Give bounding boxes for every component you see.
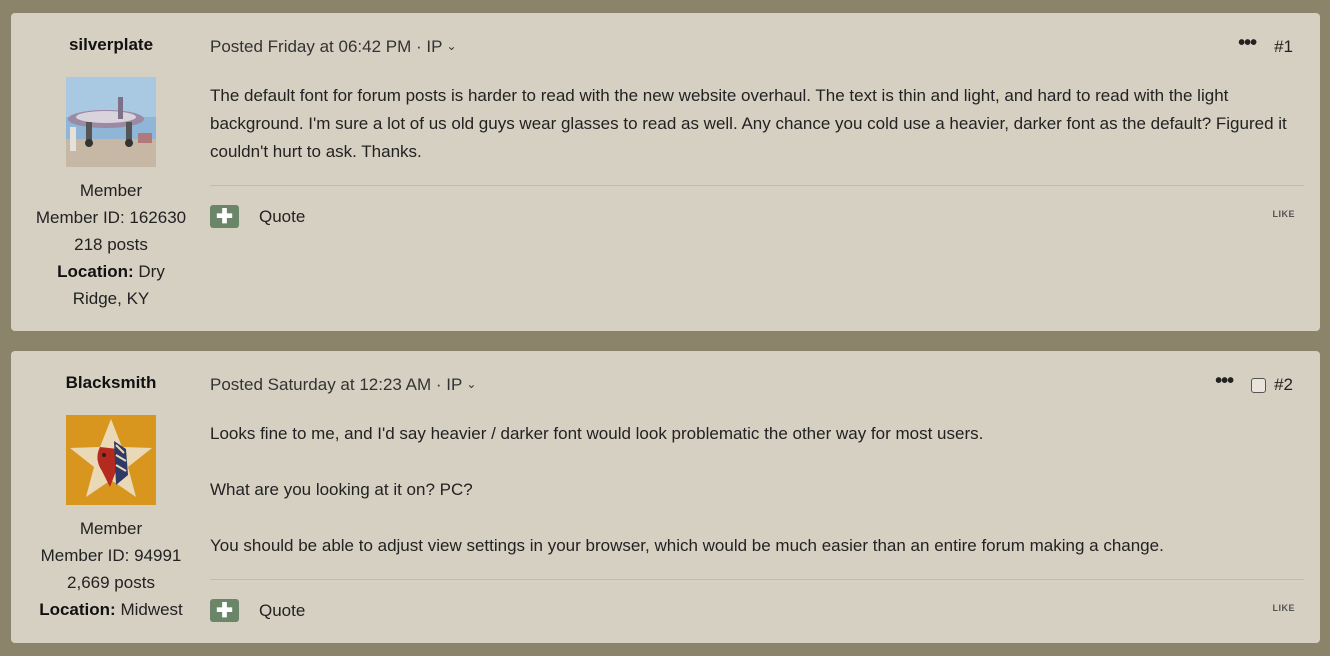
avatar[interactable] xyxy=(66,77,156,167)
username[interactable]: Blacksmith xyxy=(11,373,211,393)
plus-icon[interactable]: ✚ xyxy=(210,599,239,622)
post-actions: ✚ Quote xyxy=(210,599,305,622)
post-body: The default font for forum posts is hard… xyxy=(210,82,1305,166)
quote-button[interactable]: Quote xyxy=(259,601,305,621)
post-paragraph: You should be able to adjust view settin… xyxy=(210,536,1164,555)
post-body: Looks fine to me, and I'd say heavier / … xyxy=(210,420,1305,560)
like-button[interactable]: LIKE xyxy=(1272,603,1295,613)
location-label: Location: xyxy=(39,600,116,619)
post-text: The default font for forum posts is hard… xyxy=(210,86,1287,161)
forum-post: silverplate Member Member ID: 162630 218… xyxy=(11,13,1320,331)
post-paragraph: What are you looking at it on? PC? xyxy=(210,480,473,499)
location: Location: Midwest xyxy=(11,596,211,623)
ellipsis-icon[interactable]: ••• xyxy=(1215,371,1234,391)
post-number[interactable]: #1 xyxy=(1274,37,1293,57)
location-label: Location: xyxy=(57,262,134,281)
post-actions: ✚ Quote xyxy=(210,205,305,228)
user-role: Member xyxy=(79,519,143,538)
post-date: Posted Friday at 06:42 PM · IP xyxy=(210,37,443,56)
post-paragraph: Looks fine to me, and I'd say heavier / … xyxy=(210,424,984,443)
location-value: Midwest xyxy=(120,600,183,619)
author-details: Member Member ID: 162630 218 posts Locat… xyxy=(11,177,211,312)
post-meta[interactable]: Posted Saturday at 12:23 AM · IP ⌄ xyxy=(210,375,476,395)
post-tools: ••• #1 xyxy=(1238,33,1293,57)
post-tools: ••• #2 xyxy=(1215,371,1293,395)
chevron-down-icon[interactable]: ⌄ xyxy=(466,377,476,391)
post-number[interactable]: #2 xyxy=(1274,375,1293,395)
forum-post: Blacksmith Member Member ID: 94991 2,669… xyxy=(11,351,1320,643)
member-id: Member ID: 162630 xyxy=(35,208,187,227)
location: Location: Dry xyxy=(11,258,211,285)
location-value: Dry xyxy=(138,262,165,281)
username[interactable]: silverplate xyxy=(11,35,211,55)
post-count: 218 posts xyxy=(74,235,148,254)
quote-button[interactable]: Quote xyxy=(259,207,305,227)
divider xyxy=(210,579,1304,580)
ellipsis-icon[interactable]: ••• xyxy=(1238,33,1257,53)
post-meta[interactable]: Posted Friday at 06:42 PM · IP ⌄ xyxy=(210,37,457,57)
plus-icon[interactable]: ✚ xyxy=(210,205,239,228)
location-value-cont: Ridge, KY xyxy=(72,289,150,308)
select-post-checkbox[interactable] xyxy=(1251,377,1267,393)
post-count: 2,669 posts xyxy=(67,573,155,592)
post-date: Posted Saturday at 12:23 AM · IP xyxy=(210,375,463,394)
like-button[interactable]: LIKE xyxy=(1272,209,1295,219)
author-details: Member Member ID: 94991 2,669 posts Loca… xyxy=(11,515,211,623)
chevron-down-icon[interactable]: ⌄ xyxy=(446,39,456,53)
user-role: Member xyxy=(79,181,143,200)
member-id: Member ID: 94991 xyxy=(40,546,182,565)
avatar[interactable] xyxy=(66,415,156,505)
divider xyxy=(210,185,1304,186)
